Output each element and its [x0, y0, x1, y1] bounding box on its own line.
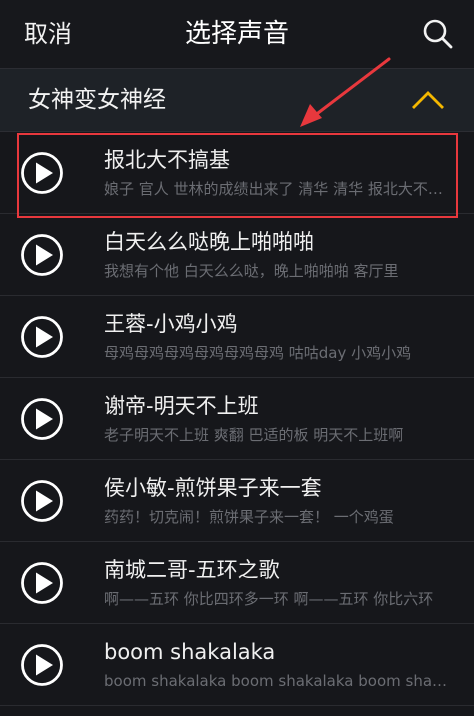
sound-row[interactable]: 白天么么哒晚上啪啪啪 我想有个他 白天么么哒，晚上啪啪啪 客厅里: [0, 214, 474, 296]
play-icon[interactable]: [20, 479, 64, 523]
sound-lyrics: 药药！切克闹！煎饼果子来一套！ 一个鸡蛋: [104, 508, 394, 526]
page-title: 选择声音: [184, 19, 289, 49]
search-icon[interactable]: [420, 16, 456, 52]
play-icon[interactable]: [20, 233, 64, 277]
nav-bar: 取消 选择声音: [0, 0, 474, 69]
sound-lyrics: 啊——五环 你比四环多一环 啊——五环 你比六环: [104, 590, 434, 608]
sound-row[interactable]: 侯小敏-煎饼果子来一套 药药！切克闹！煎饼果子来一套！ 一个鸡蛋: [0, 460, 474, 542]
sound-row[interactable]: 南城二哥-五环之歌 啊——五环 你比四环多一环 啊——五环 你比六环: [0, 542, 474, 624]
category-header[interactable]: 女神变女神经: [0, 69, 474, 132]
play-icon[interactable]: [20, 397, 64, 441]
sound-row[interactable]: boom shakalaka boom shakalaka boom shaka…: [0, 624, 474, 706]
sound-lyrics: 老子明天不上班 爽翻 巴适的板 明天不上班啊: [104, 426, 404, 444]
sound-row[interactable]: 王蓉-小鸡小鸡 母鸡母鸡母鸡母鸡母鸡母鸡 咕咕day 小鸡小鸡: [0, 296, 474, 378]
play-icon[interactable]: [20, 151, 64, 195]
sound-lyrics: 母鸡母鸡母鸡母鸡母鸡母鸡 咕咕day 小鸡小鸡: [104, 344, 412, 362]
sound-title: boom shakalaka: [104, 640, 276, 664]
category-label: 女神变女神经: [28, 87, 166, 113]
sound-title: 报北大不搞基: [104, 148, 230, 172]
sound-list: 报北大不搞基 娘子 官人 世林的成绩出来了 清华 清华 报北大不搞基 白天么么哒…: [0, 132, 474, 706]
play-icon[interactable]: [20, 643, 64, 687]
sound-lyrics: boom shakalaka boom shakalaka boom shaka…: [104, 672, 452, 690]
sound-title: 王蓉-小鸡小鸡: [104, 312, 238, 336]
sound-title: 侯小敏-煎饼果子来一套: [104, 476, 322, 500]
sound-row[interactable]: 谢帝-明天不上班 老子明天不上班 爽翻 巴适的板 明天不上班啊: [0, 378, 474, 460]
play-icon[interactable]: [20, 561, 64, 605]
sound-title: 南城二哥-五环之歌: [104, 558, 280, 582]
play-icon[interactable]: [20, 315, 64, 359]
sound-lyrics: 我想有个他 白天么么哒，晚上啪啪啪 客厅里: [104, 262, 399, 280]
sound-picker-screen: 取消 选择声音 女神变女神经 报北大不搞基 娘子 官人 世林的成绩出来了 清华 …: [0, 0, 474, 716]
sound-title: 谢帝-明天不上班: [104, 394, 259, 418]
chevron-up-icon[interactable]: [410, 87, 446, 113]
sound-title: 白天么么哒晚上啪啪啪: [104, 230, 314, 254]
sound-row[interactable]: 报北大不搞基 娘子 官人 世林的成绩出来了 清华 清华 报北大不搞基: [0, 132, 474, 214]
sound-lyrics: 娘子 官人 世林的成绩出来了 清华 清华 报北大不搞基: [104, 180, 452, 198]
